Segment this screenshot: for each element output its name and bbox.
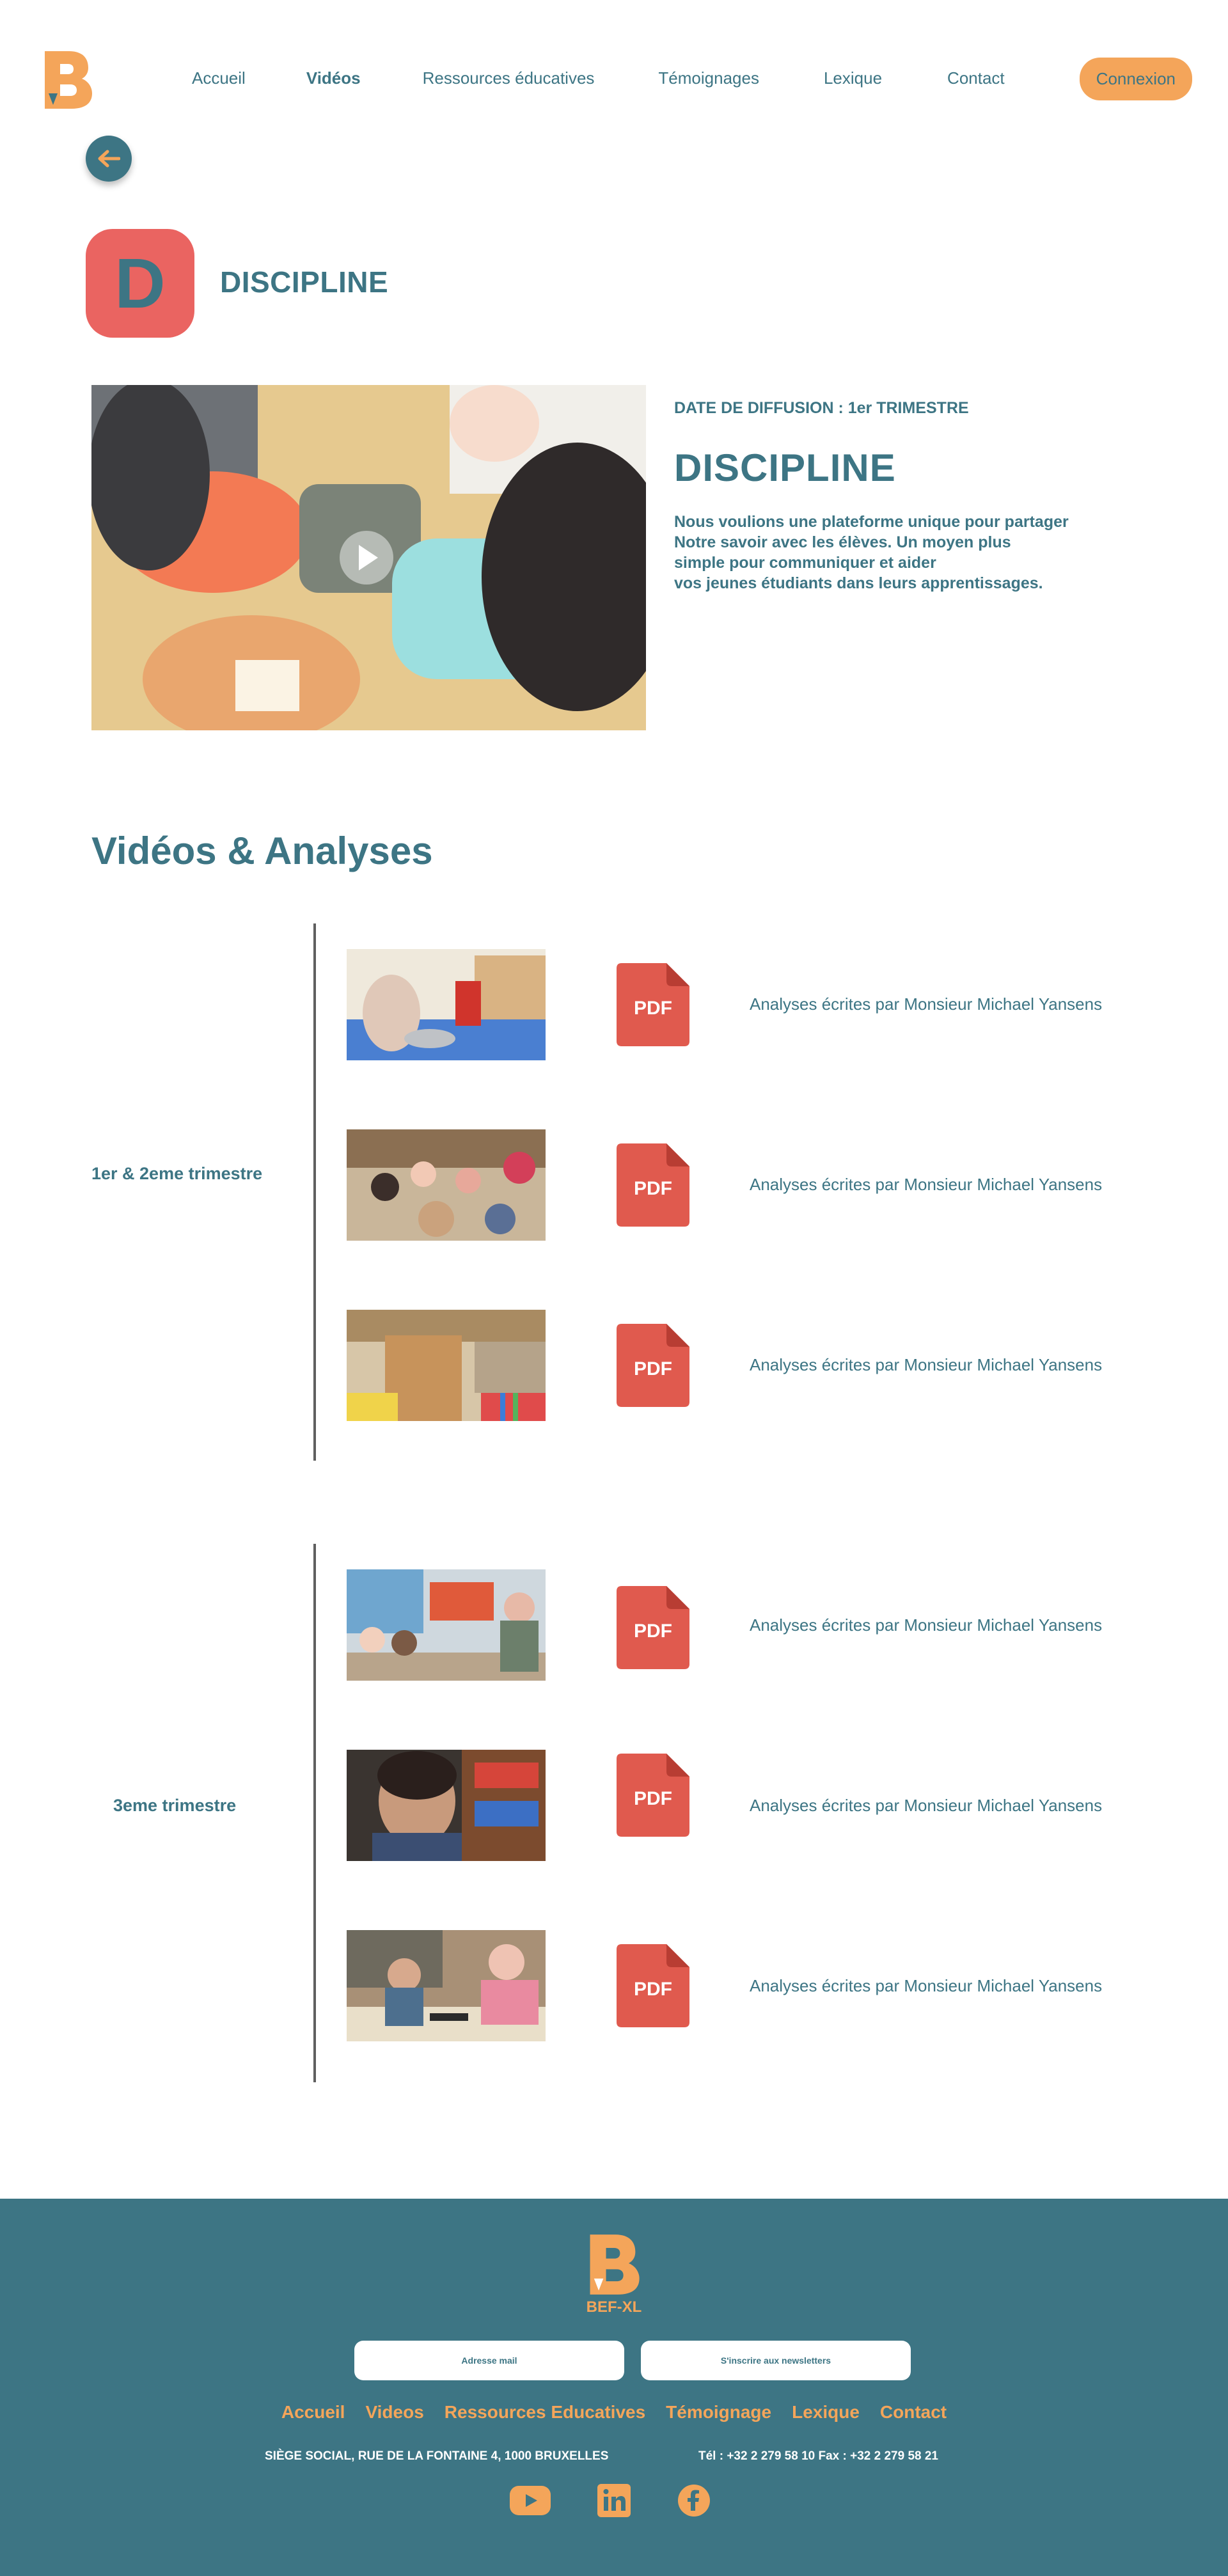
nav-link-videos[interactable]: Vidéos: [306, 68, 361, 88]
classroom-thumbnail: [347, 1750, 546, 1861]
footer-link-accueil[interactable]: Accueil: [281, 2402, 345, 2423]
svg-text:PDF: PDF: [634, 1788, 672, 1809]
video-thumbnail[interactable]: [347, 1930, 546, 2041]
footer-link-contact[interactable]: Contact: [880, 2402, 947, 2423]
nav-link-accueil[interactable]: Accueil: [192, 68, 246, 88]
classroom-thumbnail: [347, 1129, 546, 1241]
footer-logo-icon[interactable]: [585, 2232, 642, 2296]
classroom-thumbnail: [347, 1569, 546, 1681]
video-thumbnail[interactable]: [347, 1129, 546, 1241]
nav-link-temoignages[interactable]: Témoignages: [658, 68, 759, 88]
page-title: DISCIPLINE: [220, 265, 389, 299]
facebook-icon[interactable]: [672, 2481, 716, 2520]
group-divider: [313, 1544, 316, 2082]
login-button[interactable]: Connexion: [1079, 58, 1192, 100]
classroom-thumbnail: [347, 949, 546, 1060]
footer-link-temoignage[interactable]: Témoignage: [666, 2402, 771, 2423]
pdf-download-icon[interactable]: PDF: [617, 1586, 689, 1669]
footer-navigation: Accueil Videos Ressources Educatives Tém…: [0, 2402, 1228, 2423]
pdf-download-icon[interactable]: PDF: [617, 1944, 689, 2027]
footer-address: SIÈGE SOCIAL, RUE DE LA FONTAINE 4, 1000…: [265, 2449, 609, 2463]
video-thumbnail[interactable]: [347, 949, 546, 1060]
footer-link-ressources[interactable]: Ressources Educatives: [445, 2402, 645, 2423]
hero-info: DATE DE DIFFUSION : 1er TRIMESTRE DISCIP…: [674, 399, 1135, 593]
svg-text:PDF: PDF: [634, 1621, 672, 1642]
analysis-author-text[interactable]: Analyses écrites par Monsieur Michael Ya…: [750, 1796, 1102, 1816]
group-divider: [313, 923, 316, 1461]
newsletter-button[interactable]: S'inscrire aux newsletters: [641, 2341, 911, 2380]
pdf-download-icon[interactable]: PDF: [617, 963, 689, 1046]
category-letter-badge: D: [86, 229, 194, 338]
video-thumbnail[interactable]: [347, 1750, 546, 1861]
classroom-thumbnail: [347, 1930, 546, 2041]
pdf-download-icon[interactable]: PDF: [617, 1324, 689, 1407]
email-field[interactable]: [354, 2341, 624, 2380]
pdf-download-icon[interactable]: PDF: [617, 1754, 689, 1837]
analysis-author-text[interactable]: Analyses écrites par Monsieur Michael Ya…: [750, 1355, 1102, 1375]
linkedin-icon[interactable]: [592, 2481, 636, 2520]
svg-text:PDF: PDF: [634, 1358, 672, 1379]
analysis-author-text[interactable]: Analyses écrites par Monsieur Michael Ya…: [750, 1175, 1102, 1195]
nav-link-contact[interactable]: Contact: [947, 68, 1005, 88]
hero-video-thumbnail: [91, 385, 646, 730]
bef-xl-logo-icon[interactable]: [41, 49, 93, 110]
arrow-left-icon: [98, 150, 120, 168]
analysis-author-text[interactable]: Analyses écrites par Monsieur Michael Ya…: [750, 1615, 1102, 1635]
youtube-icon[interactable]: [508, 2481, 553, 2520]
group-label-1: 1er & 2eme trimestre: [91, 1164, 263, 1183]
group-label-2: 3eme trimestre: [113, 1796, 237, 1815]
svg-text:PDF: PDF: [634, 998, 672, 1019]
footer-brand: BEF-XL: [586, 2298, 642, 2316]
video-thumbnail[interactable]: [347, 1569, 546, 1681]
analysis-author-text[interactable]: Analyses écrites par Monsieur Michael Ya…: [750, 994, 1102, 1014]
classroom-thumbnail: [347, 1310, 546, 1421]
footer-phone: Tél : +32 2 279 58 10 Fax : +32 2 279 58…: [698, 2449, 938, 2463]
videos-section-title: Vidéos & Analyses: [91, 829, 433, 872]
footer-link-videos[interactable]: Videos: [365, 2402, 423, 2423]
main-navigation: Accueil Vidéos Ressources éducatives Tém…: [192, 58, 1192, 100]
hero-title: DISCIPLINE: [674, 446, 896, 489]
svg-text:PDF: PDF: [634, 1979, 672, 2000]
nav-link-lexique[interactable]: Lexique: [824, 68, 882, 88]
nav-link-ressources[interactable]: Ressources éducatives: [423, 68, 595, 88]
analysis-author-text[interactable]: Analyses écrites par Monsieur Michael Ya…: [750, 1976, 1102, 1996]
hero-description: Nous voulions une plateforme unique pour…: [674, 513, 1069, 592]
video-thumbnail[interactable]: [347, 1310, 546, 1421]
broadcast-date: DATE DE DIFFUSION : 1er TRIMESTRE: [674, 399, 969, 417]
hero-video-player[interactable]: [91, 385, 646, 730]
pdf-download-icon[interactable]: PDF: [617, 1143, 689, 1227]
footer-link-lexique[interactable]: Lexique: [792, 2402, 860, 2423]
svg-text:PDF: PDF: [634, 1178, 672, 1199]
back-button[interactable]: [86, 136, 132, 182]
